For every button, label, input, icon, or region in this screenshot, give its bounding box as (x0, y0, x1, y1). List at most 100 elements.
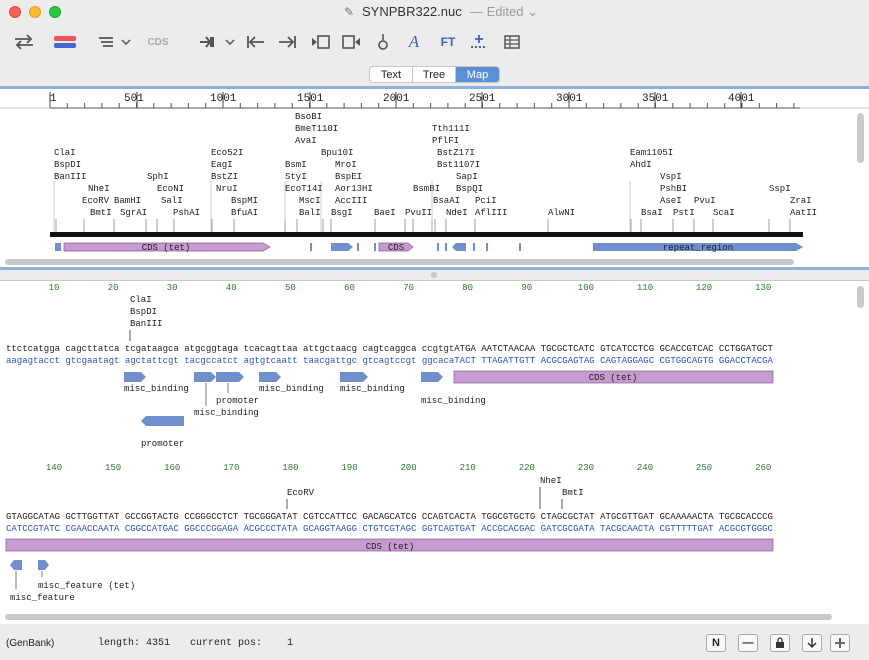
map-site-label[interactable]: PciI (475, 196, 497, 206)
feature-arrow[interactable] (331, 243, 353, 251)
map-site-label[interactable]: BstZ17I (437, 148, 475, 158)
zoom-button[interactable] (49, 6, 61, 18)
list-dropdown-icon[interactable] (98, 30, 132, 54)
map-site-label[interactable]: Eco52I (211, 148, 243, 158)
map-site-label[interactable]: AlwNI (548, 208, 575, 218)
map-site-label[interactable]: BspDI (54, 160, 81, 170)
table-icon[interactable] (501, 30, 523, 54)
edited-status[interactable]: — Edited ⌄ (470, 0, 538, 24)
map-site-label[interactable]: PvuII (405, 208, 432, 218)
jump-start-icon[interactable] (245, 30, 267, 54)
origin-icon[interactable] (374, 30, 392, 54)
ft-icon[interactable]: FT (436, 30, 460, 54)
map-site-label[interactable]: EcoT14I (285, 184, 323, 194)
map-site-label[interactable]: BsaI (641, 208, 663, 218)
map-horizontal-scrollbar[interactable] (5, 259, 794, 265)
map-site-label[interactable]: NheI (88, 184, 110, 194)
map-site-label[interactable]: ZraI (790, 196, 812, 206)
map-site-label[interactable]: Aor13HI (335, 184, 373, 194)
map-site-label[interactable]: BspMI (231, 196, 258, 206)
prev-frame-icon[interactable] (310, 30, 332, 54)
site-label[interactable]: ClaI (130, 295, 152, 305)
map-site-label[interactable]: PstI (673, 208, 695, 218)
feature-tick[interactable] (486, 243, 488, 251)
close-button[interactable] (9, 6, 21, 18)
misc-binding-arrow[interactable] (421, 372, 443, 382)
map-site-label[interactable]: SalI (161, 196, 183, 206)
misc-binding-arrow[interactable] (259, 372, 281, 382)
feature-arrow-reverse[interactable] (452, 243, 466, 251)
minimize-button[interactable] (29, 6, 41, 18)
map-site-label[interactable]: BsoBI (295, 112, 322, 122)
translate-dropdown-icon[interactable] (198, 30, 236, 54)
map-site-label[interactable]: SgrAI (120, 208, 147, 218)
map-site-label[interactable]: BstZI (211, 172, 238, 182)
map-site-label[interactable]: SspI (769, 184, 791, 194)
map-site-label[interactable]: MscI (299, 196, 321, 206)
feature-tick[interactable] (310, 243, 312, 251)
map-site-label[interactable]: Eam1105I (630, 148, 673, 158)
map-site-label[interactable]: AatII (790, 208, 817, 218)
cds-icon[interactable]: CDS (146, 30, 170, 54)
promoter-arrow[interactable] (216, 372, 244, 382)
map-site-label[interactable]: NruI (216, 184, 238, 194)
map-site-label[interactable]: BspEI (335, 172, 362, 182)
next-frame-icon[interactable] (340, 30, 362, 54)
map-site-label[interactable]: BaeI (374, 208, 396, 218)
top-strand-noncoding[interactable]: ttctcatgga cagcttatca tcgataagca atgcggt… (6, 344, 454, 354)
top-strand-coding[interactable]: ATGA AATCTAACAA TGCGCTCATC GTCATCCTCG GC… (454, 344, 773, 354)
site-label[interactable]: BmtI (562, 488, 584, 498)
map-site-label[interactable]: ClaI (54, 148, 76, 158)
map-vertical-scrollbar[interactable] (857, 113, 864, 163)
site-label[interactable]: EcoRV (287, 488, 315, 498)
map-site-label[interactable]: BsmBI (413, 184, 440, 194)
swap-icon[interactable] (12, 30, 36, 54)
tab-text[interactable]: Text (370, 67, 413, 82)
misc-binding-arrow[interactable] (340, 372, 368, 382)
site-label[interactable]: BspDI (130, 307, 157, 317)
site-label[interactable]: BanIII (130, 319, 162, 329)
top-strand-line2[interactable]: GTAGGCATAG GCTTGGTTAT GCCGGTACTG CCGGGCC… (6, 512, 773, 522)
sequence-vertical-scrollbar[interactable] (857, 286, 864, 308)
map-site-label[interactable]: AccIII (335, 196, 367, 206)
promoter-arrow-reverse[interactable] (141, 416, 184, 426)
map-site-label[interactable]: Bst1107I (437, 160, 480, 170)
down-arrow-icon[interactable] (802, 634, 822, 652)
map-site-label[interactable]: EcoNI (157, 184, 184, 194)
map-site-label[interactable]: BamHI (114, 196, 141, 206)
sequence-horizontal-scrollbar[interactable] (5, 614, 832, 620)
misc-binding-arrow[interactable] (124, 372, 146, 382)
feature-tick[interactable] (519, 243, 521, 251)
color-bar-icon[interactable] (52, 30, 78, 54)
tab-map[interactable]: Map (456, 67, 499, 82)
map-site-label[interactable]: AvaI (295, 136, 317, 146)
map-site-label[interactable]: AseI (660, 196, 682, 206)
n-button[interactable]: N (706, 634, 726, 652)
misc-feature-cluster[interactable] (55, 243, 61, 251)
site-label[interactable]: NheI (540, 476, 562, 486)
tab-tree[interactable]: Tree (413, 67, 456, 82)
bottom-strand-coding[interactable]: TACT TTAGATTGTT ACGCGAGTAG CAGTAGGAGC CG… (454, 356, 773, 366)
map-site-label[interactable]: Tth111I (432, 124, 470, 134)
map-site-label[interactable]: BanIII (54, 172, 86, 182)
map-site-label[interactable]: PshAI (173, 208, 200, 218)
lock-icon[interactable] (770, 634, 790, 652)
map-site-label[interactable]: VspI (660, 172, 682, 182)
bottom-strand-line2[interactable]: CATCCGTATC CGAACCAATA CGGCCATGAC GGCCCGG… (6, 524, 774, 534)
split-view-icon[interactable] (830, 634, 850, 652)
feature-tick[interactable] (437, 243, 439, 251)
map-site-label[interactable]: BsmI (285, 160, 307, 170)
map-site-label[interactable]: BmtI (90, 208, 112, 218)
map-site-label[interactable]: MroI (335, 160, 357, 170)
map-site-label[interactable]: StyI (285, 172, 307, 182)
map-site-label[interactable]: EagI (211, 160, 233, 170)
map-site-label[interactable]: AflIII (475, 208, 507, 218)
map-site-label[interactable]: BsaAI (433, 196, 460, 206)
misc-binding-arrow[interactable] (194, 372, 216, 382)
bottom-strand-line1[interactable]: aagagtacct gtcgaatagt agctattcgt tacgcca… (6, 356, 774, 366)
insert-icon[interactable] (468, 30, 490, 54)
map-site-label[interactable]: PvuI (694, 196, 716, 206)
map-site-label[interactable]: NdeI (446, 208, 468, 218)
font-icon[interactable]: A (404, 30, 424, 54)
map-site-label[interactable]: BsgI (331, 208, 353, 218)
